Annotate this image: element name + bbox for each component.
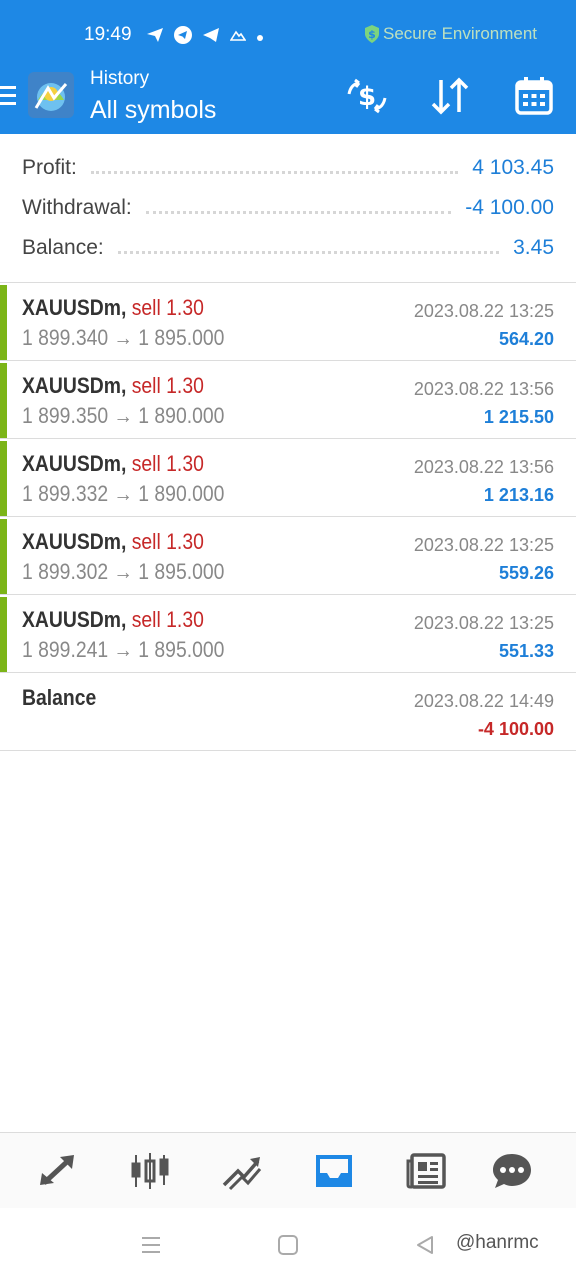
secure-environment: $ Secure Environment (364, 24, 537, 44)
deal-side: sell 1.30 (131, 295, 204, 320)
deal-row[interactable]: XAUUSDm, sell 1.30 1 899.302 → 1 895.000… (0, 516, 576, 594)
svg-text:$: $ (368, 28, 376, 41)
deal-side: sell 1.30 (131, 373, 204, 398)
deal-color-bar (0, 441, 7, 516)
send-icon (146, 27, 164, 48)
recent-apps-icon[interactable] (136, 1230, 166, 1260)
balance-op-date: 2023.08.22 14:49 (413, 691, 554, 711)
deal-symbol: XAUUSDm, sell 1.30 (22, 451, 204, 476)
deal-prices: 1 899.332 → 1 890.000 (22, 481, 225, 506)
trade-icon[interactable] (218, 1147, 266, 1195)
metatrader-logo-icon (26, 70, 76, 120)
top-header: 19:49 $ Secure Environment History All s… (0, 0, 576, 134)
deal-color-bar (0, 285, 7, 360)
status-bar: 19:49 $ Secure Environment (0, 0, 576, 58)
deal-profit: 1 215.50 (483, 407, 554, 427)
profit-label: Profit: (22, 156, 77, 179)
chart-icon[interactable] (126, 1147, 174, 1195)
home-icon[interactable] (273, 1230, 303, 1260)
deal-date: 2023.08.22 13:25 (413, 535, 554, 555)
sort-icon[interactable] (428, 74, 472, 118)
currency-exchange-icon[interactable]: $ (345, 74, 389, 118)
page-subtitle: History (90, 68, 150, 89)
balance-value: 3.45 (513, 236, 554, 259)
deal-side: sell 1.30 (131, 607, 204, 632)
deal-prices: 1 899.241 → 1 895.000 (22, 637, 225, 662)
deal-date: 2023.08.22 13:56 (413, 379, 554, 399)
deal-profit: 551.33 (498, 641, 554, 661)
summary-withdrawal-row: Withdrawal: -4 100.00 (22, 188, 554, 228)
svg-text:$: $ (358, 82, 376, 112)
withdrawal-label: Withdrawal: (22, 196, 132, 219)
deal-date: 2023.08.22 13:25 (413, 613, 554, 633)
deal-symbol: XAUUSDm, sell 1.30 (22, 607, 204, 632)
secure-label: Secure Environment (383, 24, 538, 43)
deal-color-bar (0, 597, 7, 672)
menu-icon[interactable] (0, 86, 16, 108)
deal-side: sell 1.30 (131, 451, 204, 476)
dotted-leader (90, 170, 459, 174)
notification-dot-icon (256, 29, 264, 47)
deal-symbol: XAUUSDm, sell 1.30 (22, 529, 204, 554)
deal-color-bar (0, 363, 7, 438)
mountain-icon (229, 28, 247, 47)
history-summary: Profit: 4 103.45 Withdrawal: -4 100.00 B… (0, 134, 576, 282)
profit-value: 4 103.45 (472, 156, 554, 179)
list-divider (0, 750, 576, 751)
deal-profit: 559.26 (498, 563, 554, 583)
deal-row[interactable]: XAUUSDm, sell 1.30 1 899.340 → 1 895.000… (0, 282, 576, 360)
quotes-icon[interactable] (34, 1147, 82, 1195)
deal-symbol: XAUUSDm, sell 1.30 (22, 373, 204, 398)
system-nav-bar: @hanrmc (0, 1208, 576, 1280)
deal-prices: 1 899.340 → 1 895.000 (22, 325, 225, 350)
app-bar: History All symbols $ (0, 58, 576, 134)
deal-row[interactable]: XAUUSDm, sell 1.30 1 899.350 → 1 890.000… (0, 360, 576, 438)
deal-date: 2023.08.22 13:56 (413, 457, 554, 477)
page-title[interactable]: All symbols (90, 96, 216, 125)
summary-balance-row: Balance: 3.45 (22, 228, 554, 268)
status-icons (146, 26, 264, 49)
telegram-icon (174, 26, 192, 49)
chat-icon[interactable] (488, 1147, 536, 1195)
secure-shield-icon: $ (364, 24, 380, 44)
deal-prices: 1 899.350 → 1 890.000 (22, 403, 225, 428)
dotted-leader (145, 210, 452, 214)
summary-profit-row: Profit: 4 103.45 (22, 148, 554, 188)
deal-color-bar (0, 519, 7, 594)
deal-row[interactable]: XAUUSDm, sell 1.30 1 899.241 → 1 895.000… (0, 594, 576, 672)
deal-profit: 1 213.16 (483, 485, 554, 505)
balance-label: Balance: (22, 236, 104, 259)
bottom-nav (0, 1132, 576, 1208)
deal-date: 2023.08.22 13:25 (413, 301, 554, 321)
balance-op-amount: -4 100.00 (477, 719, 554, 739)
deal-side: sell 1.30 (131, 529, 204, 554)
withdrawal-value: -4 100.00 (465, 196, 554, 219)
watermark: @hanrmc (456, 1232, 539, 1253)
status-time: 19:49 (84, 24, 132, 45)
deal-symbol: XAUUSDm, sell 1.30 (22, 295, 204, 320)
back-icon[interactable] (410, 1230, 440, 1260)
news-icon[interactable] (402, 1147, 450, 1195)
deal-profit: 564.20 (498, 329, 554, 349)
deals-list: XAUUSDm, sell 1.30 1 899.340 → 1 895.000… (0, 282, 576, 751)
deal-row[interactable]: XAUUSDm, sell 1.30 1 899.332 → 1 890.000… (0, 438, 576, 516)
dotted-leader (117, 250, 500, 254)
calendar-icon[interactable] (512, 74, 556, 118)
telegram-plane-icon (202, 27, 220, 48)
balance-op-label: Balance (22, 685, 97, 710)
history-icon[interactable] (310, 1147, 358, 1195)
balance-row[interactable]: Balance 2023.08.22 14:49 -4 100.00 (0, 672, 576, 750)
deal-prices: 1 899.302 → 1 895.000 (22, 559, 225, 584)
